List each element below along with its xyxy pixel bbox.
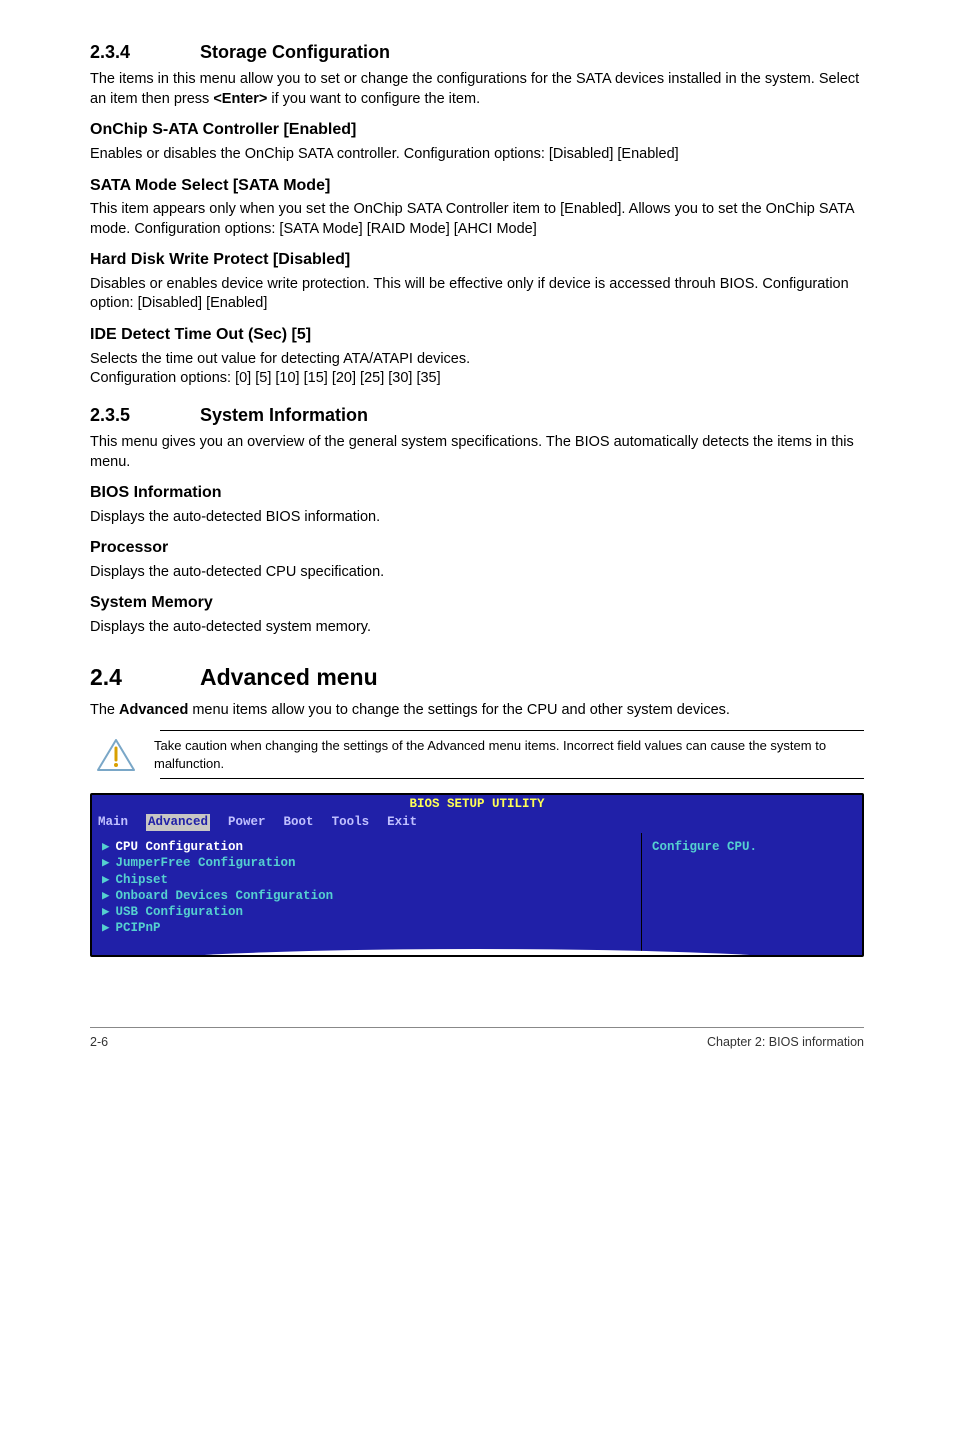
section-24-intro: The Advanced menu items allow you to cha…	[90, 701, 864, 721]
onchip-sata-heading: OnChip S-ATA Controller [Enabled]	[90, 119, 864, 141]
bios-title: BIOS SETUP UTILITY	[98, 797, 856, 812]
bios-item-onboard[interactable]: ▶ Onboard Devices Configuration	[102, 888, 631, 904]
bios-item-chipset[interactable]: ▶ Chipset	[102, 872, 631, 888]
section-title: Storage Configuration	[200, 42, 390, 62]
triangle-icon: ▶	[102, 855, 110, 871]
onchip-sata-text: Enables or disables the OnChip SATA cont…	[90, 145, 864, 165]
caution-icon	[96, 738, 136, 772]
bios-item-cpu[interactable]: ▶ CPU Configuration	[102, 839, 631, 855]
triangle-icon: ▶	[102, 839, 110, 855]
section-number: 2.4	[90, 662, 200, 693]
triangle-icon: ▶	[102, 904, 110, 920]
page-footer: 2-6 Chapter 2: BIOS information	[90, 1027, 864, 1051]
bios-item-pcipnp[interactable]: ▶ PCIPnP	[102, 920, 631, 936]
bios-tab-row: Main Advanced Power Boot Tools Exit	[92, 814, 862, 833]
bios-item-label: USB Configuration	[116, 904, 244, 920]
bios-menu-pane: ▶ CPU Configuration ▶ JumperFree Configura…	[92, 833, 642, 955]
section-title: Advanced menu	[200, 664, 378, 690]
bios-item-label: Chipset	[116, 872, 169, 888]
section-235-heading: 2.3.5System Information	[90, 403, 864, 427]
text: menu items allow you to change the setti…	[188, 702, 730, 718]
sata-mode-text: This item appears only when you set the …	[90, 200, 864, 239]
triangle-icon: ▶	[102, 920, 110, 936]
tab-main[interactable]: Main	[98, 814, 128, 831]
section-title: System Information	[200, 405, 368, 425]
tab-exit[interactable]: Exit	[387, 814, 417, 831]
bios-item-label: JumperFree Configuration	[116, 855, 296, 871]
ide-detect-text-1: Selects the time out value for detecting…	[90, 350, 864, 370]
section-number: 2.3.4	[90, 40, 200, 64]
bios-screenshot: BIOS SETUP UTILITY Main Advanced Power B…	[90, 793, 864, 956]
system-memory-text: Displays the auto-detected system memory…	[90, 618, 864, 638]
bios-item-jumperfree[interactable]: ▶ JumperFree Configuration	[102, 855, 631, 871]
caution-text: Take caution when changing the settings …	[154, 737, 864, 772]
section-234-intro: The items in this menu allow you to set …	[90, 70, 864, 109]
bios-info-text: Displays the auto-detected BIOS informat…	[90, 508, 864, 528]
tab-boot[interactable]: Boot	[284, 814, 314, 831]
section-24-heading: 2.4Advanced menu	[90, 662, 864, 693]
processor-text: Displays the auto-detected CPU specifica…	[90, 563, 864, 583]
triangle-icon: ▶	[102, 872, 110, 888]
bios-item-label: CPU Configuration	[116, 839, 244, 855]
system-memory-heading: System Memory	[90, 592, 864, 614]
section-235-intro: This menu gives you an overview of the g…	[90, 433, 864, 472]
bios-item-label: Onboard Devices Configuration	[116, 888, 334, 904]
bios-help-text: Configure CPU.	[652, 839, 852, 856]
section-234-heading: 2.3.4Storage Configuration	[90, 40, 864, 64]
page-number: 2-6	[90, 1034, 108, 1051]
triangle-icon: ▶	[102, 888, 110, 904]
sata-mode-heading: SATA Mode Select [SATA Mode]	[90, 175, 864, 197]
advanced-keyword: Advanced	[119, 702, 188, 718]
hdd-write-protect-heading: Hard Disk Write Protect [Disabled]	[90, 249, 864, 271]
ide-detect-heading: IDE Detect Time Out (Sec) [5]	[90, 324, 864, 346]
tab-advanced[interactable]: Advanced	[146, 814, 210, 831]
bios-help-pane: Configure CPU.	[642, 833, 862, 955]
text: The	[90, 702, 119, 718]
enter-hotkey: <Enter>	[213, 91, 267, 107]
tab-tools[interactable]: Tools	[332, 814, 370, 831]
ide-detect-text-2: Configuration options: [0] [5] [10] [15]…	[90, 369, 864, 389]
bios-item-usb[interactable]: ▶ USB Configuration	[102, 904, 631, 920]
section-number: 2.3.5	[90, 403, 200, 427]
processor-heading: Processor	[90, 537, 864, 559]
text: if you want to configure the item.	[267, 91, 480, 107]
bios-item-label: PCIPnP	[116, 920, 161, 936]
caution-note: Take caution when changing the settings …	[160, 730, 864, 779]
hdd-write-protect-text: Disables or enables device write protect…	[90, 275, 864, 314]
chapter-label: Chapter 2: BIOS information	[707, 1034, 864, 1051]
bios-info-heading: BIOS Information	[90, 482, 864, 504]
tab-power[interactable]: Power	[228, 814, 266, 831]
